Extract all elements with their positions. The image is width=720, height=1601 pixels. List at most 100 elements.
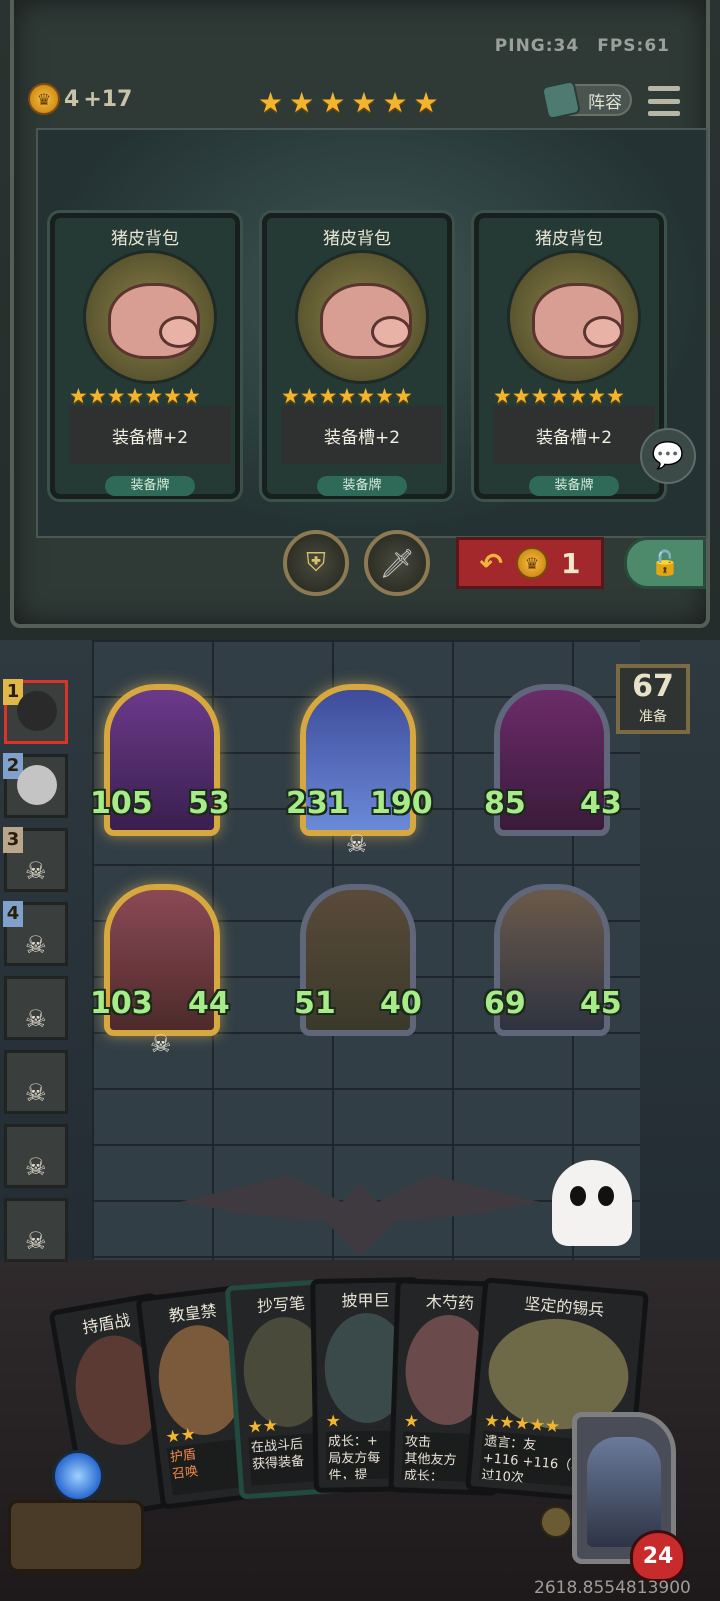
- skull-icon: ☠: [25, 931, 47, 959]
- card-art: [295, 250, 429, 384]
- refresh-icon: ↶: [479, 546, 503, 580]
- hero-health: 24: [630, 1530, 686, 1582]
- skull-icon: ☠: [150, 1030, 172, 1058]
- pig-backpack-icon: [532, 283, 624, 359]
- tavern-tier-stars: ★ ★ ★ ★ ★ ★: [258, 86, 439, 119]
- bench-slot[interactable]: 3 ☠: [3, 827, 68, 892]
- unit-attack: 105: [90, 786, 153, 821]
- ghost-eye: [598, 1186, 614, 1206]
- unit-health: 43: [580, 786, 622, 821]
- ready-count: 67: [632, 669, 674, 704]
- tier-star-icon: ★: [382, 86, 408, 119]
- portal-base: [8, 1500, 144, 1572]
- pig-backpack-icon: [108, 283, 200, 359]
- unit-health: 45: [580, 986, 622, 1021]
- book-icon: [540, 79, 582, 121]
- bench-slot[interactable]: 1: [3, 679, 68, 744]
- menu-icon[interactable]: [648, 86, 680, 116]
- card-stars: ★★★★★★★: [281, 384, 413, 408]
- roster-label: 阵容: [588, 92, 622, 113]
- fps-text: FPS:61: [597, 36, 670, 56]
- shop-card[interactable]: 猪皮背包 ★★★★★★★ 装备槽+2 装备牌: [474, 213, 664, 499]
- refresh-cost: 1: [561, 546, 581, 580]
- card-kind: 装备牌: [105, 476, 195, 496]
- unit-health: 40: [380, 986, 422, 1021]
- portal-orb-device[interactable]: [8, 1430, 144, 1580]
- card-art: [507, 250, 641, 384]
- unit-health: 53: [188, 786, 230, 821]
- pig-backpack-icon: [320, 283, 412, 359]
- ready-label: 准备: [639, 709, 667, 725]
- bench-slot[interactable]: 2: [3, 753, 68, 818]
- card-stars: ★: [403, 1411, 420, 1433]
- card-stars: ★★★★★★★: [493, 384, 625, 408]
- skull-icon: ☠: [346, 830, 368, 858]
- unit-health: 44: [188, 986, 230, 1021]
- gold-amount: 4: [64, 86, 80, 112]
- ready-counter[interactable]: 67 准备: [616, 664, 690, 734]
- skull-icon: ☠: [25, 1153, 47, 1181]
- card-effect: 装备槽+2: [281, 406, 443, 464]
- unlock-icon: 🔓: [650, 549, 680, 577]
- game-screen: PING:34 FPS:61 ♛ 4 +17 ★ ★ ★ ★ ★ ★ 阵容 猪皮背…: [0, 0, 720, 1601]
- bench-slot[interactable]: ☠: [4, 1198, 68, 1262]
- unit-attack: 85: [484, 786, 526, 821]
- coin-icon: ♛: [28, 83, 60, 115]
- hand-card-name: 坚定的锡兵: [523, 1293, 606, 1320]
- card-title: 猪皮背包: [535, 229, 603, 249]
- coordinate-readout: 2618.8554813900: [534, 1578, 691, 1598]
- tier-star-icon: ★: [413, 86, 439, 119]
- slot-number: 4: [3, 901, 23, 927]
- card-stars: ★: [325, 1411, 342, 1432]
- unit-attack: 103: [90, 986, 153, 1021]
- card-title: 猪皮背包: [111, 229, 179, 249]
- tier-star-icon: ★: [351, 86, 377, 119]
- card-effect: 装备槽+2: [69, 406, 231, 464]
- unit-health: 190: [370, 786, 433, 821]
- ghost-eye: [570, 1186, 586, 1206]
- bench-slot[interactable]: 4 ☠: [3, 901, 68, 966]
- bench-slot[interactable]: ☠: [4, 1124, 68, 1188]
- card-stars: ★★★★★★★: [69, 384, 201, 408]
- weapon-filter-button[interactable]: 🗡: [364, 530, 430, 596]
- bench-slot[interactable]: ☠: [4, 976, 68, 1040]
- orb-icon: [52, 1450, 104, 1502]
- roster-button[interactable]: 阵容: [540, 79, 632, 121]
- hero-health-value: 24: [642, 1543, 674, 1569]
- skull-icon: ☠: [25, 1005, 47, 1033]
- card-kind: 装备牌: [529, 476, 619, 496]
- coin-icon: ♛: [515, 547, 548, 579]
- refresh-button[interactable]: ↶ ♛ 1: [456, 537, 604, 589]
- sword-icon: 🗡: [379, 546, 415, 580]
- shop-card[interactable]: 猪皮背包 ★★★★★★★ 装备槽+2 装备牌: [50, 213, 240, 499]
- hero-portrait: [17, 765, 57, 805]
- gold-income: +17: [83, 86, 133, 112]
- skull-icon: ☠: [25, 1227, 47, 1255]
- skull-icon: ☠: [25, 857, 47, 885]
- emblem-icon[interactable]: [540, 1506, 572, 1538]
- unit-attack: 231: [286, 786, 349, 821]
- assassin-portrait: [17, 691, 57, 731]
- lock-shop-button[interactable]: 🔓: [624, 537, 706, 589]
- equipment-filter-button[interactable]: ⛨: [283, 530, 349, 596]
- tier-star-icon: ★: [320, 86, 346, 119]
- chat-button[interactable]: 💬: [640, 428, 696, 484]
- gold-display: ♛ 4 +17: [28, 83, 132, 115]
- bench-slot[interactable]: ☠: [4, 1050, 68, 1114]
- shop-card[interactable]: 猪皮背包 ★★★★★★★ 装备槽+2 装备牌: [262, 213, 452, 499]
- unit-attack: 69: [484, 986, 526, 1021]
- unit-attack: 51: [294, 986, 336, 1021]
- card-title: 猪皮背包: [323, 229, 391, 249]
- tier-star-icon: ★: [289, 86, 315, 119]
- card-kind: 装备牌: [317, 476, 407, 496]
- tier-star-icon: ★: [258, 86, 284, 119]
- ping-text: PING:34: [494, 36, 580, 56]
- skull-icon: ☠: [25, 1079, 47, 1107]
- card-stars: ★★: [246, 1415, 279, 1438]
- network-stats: PING:34 FPS:61: [477, 36, 670, 56]
- banner-icon: ⛨: [306, 547, 326, 578]
- chat-icon: 💬: [651, 441, 685, 471]
- ghost-mascot[interactable]: [552, 1160, 632, 1246]
- slot-number: 3: [3, 827, 23, 853]
- card-effect: 装备槽+2: [493, 406, 655, 464]
